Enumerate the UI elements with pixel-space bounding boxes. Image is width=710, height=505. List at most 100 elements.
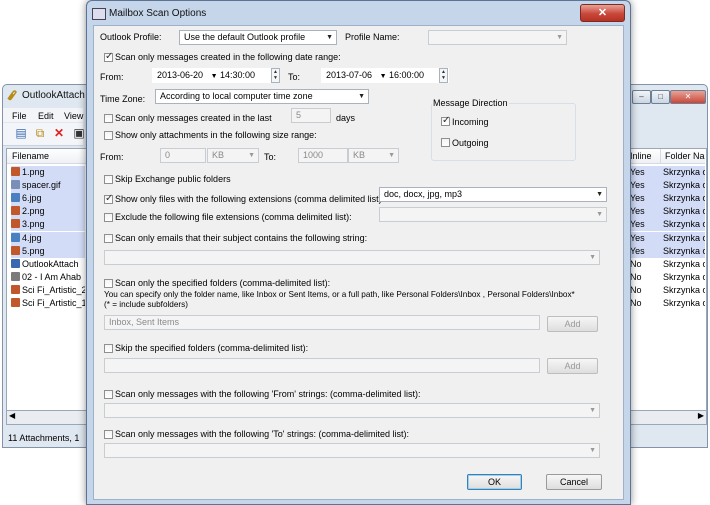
delete-icon[interactable]: ✕ bbox=[52, 127, 66, 140]
table-row-right[interactable]: Yes Skrzynka o bbox=[626, 218, 705, 232]
table-row-right[interactable]: Yes Skrzynka o bbox=[626, 231, 705, 245]
folders-checkbox[interactable] bbox=[104, 279, 113, 288]
filename-cell: Sci Fi_Artistic_2 bbox=[22, 284, 85, 295]
table-row[interactable]: Sci Fi_Artistic_2 bbox=[11, 284, 85, 297]
size-from-field[interactable]: 0 bbox=[160, 148, 206, 163]
scan-date-range-checkbox[interactable] bbox=[104, 51, 113, 62]
chevron-down-icon: ▼ bbox=[589, 254, 596, 261]
file-icon bbox=[11, 193, 20, 203]
properties-icon[interactable]: ▤ bbox=[14, 127, 28, 140]
size-range-checkbox[interactable] bbox=[104, 131, 113, 140]
show-ext-checkbox[interactable] bbox=[104, 193, 113, 204]
horizontal-scrollbar[interactable]: ◀ bbox=[6, 410, 88, 425]
from-strings-checkbox[interactable] bbox=[104, 390, 113, 399]
skip-folders-field[interactable] bbox=[104, 358, 540, 373]
to-strings-checkbox[interactable] bbox=[104, 430, 113, 439]
minimize-icon[interactable]: – bbox=[632, 90, 651, 104]
column-filename[interactable]: Filename bbox=[7, 149, 86, 164]
column-folder[interactable]: Folder Na bbox=[660, 149, 705, 164]
skip-exchange-checkbox[interactable] bbox=[104, 175, 113, 184]
folders-add-button[interactable]: Add bbox=[547, 316, 598, 332]
column-inline[interactable]: Inline bbox=[626, 149, 660, 164]
folders-help-text: You can specify only the folder name, li… bbox=[104, 290, 575, 299]
exclude-ext-checkbox[interactable] bbox=[104, 213, 113, 222]
table-row[interactable]: 1.png bbox=[11, 166, 85, 179]
show-ext-value: doc, docx, jpg, mp3 bbox=[384, 189, 463, 199]
filename-cell: OutlookAttach bbox=[22, 258, 79, 269]
save-icon[interactable]: ▣ bbox=[72, 127, 86, 140]
scan-last-days-field[interactable]: 5 bbox=[291, 108, 331, 123]
to-datetime-field[interactable]: 2013-07-06 ▼ 16:00:00 bbox=[321, 68, 449, 83]
table-row-right[interactable]: No Skrzynka o bbox=[626, 284, 705, 297]
exclude-ext-field[interactable]: ▼ bbox=[379, 207, 607, 222]
table-row[interactable]: 02 - I Am Ahab bbox=[11, 271, 85, 284]
table-row[interactable]: 6.jpg bbox=[11, 192, 85, 206]
folders-field[interactable]: Inbox, Sent Items bbox=[104, 315, 540, 330]
table-row-right[interactable]: No Skrzynka o bbox=[626, 297, 705, 310]
table-row[interactable]: spacer.gif bbox=[11, 179, 85, 193]
incoming-label: Incoming bbox=[452, 117, 489, 127]
scan-last-label: Scan only messages created in the last bbox=[115, 113, 272, 123]
skip-folders-checkbox[interactable] bbox=[104, 344, 113, 353]
skip-folders-add-button[interactable]: Add bbox=[547, 358, 598, 374]
to-time-spinner[interactable]: ▲ ▼ bbox=[439, 68, 448, 83]
cancel-button[interactable]: Cancel bbox=[546, 474, 602, 490]
size-to-unit-select[interactable]: KB ▼ bbox=[348, 148, 399, 163]
show-ext-field[interactable]: doc, docx, jpg, mp3 ▼ bbox=[379, 187, 607, 202]
subject-checkbox[interactable] bbox=[104, 234, 113, 243]
folder-cell: Skrzynka o bbox=[663, 219, 705, 230]
time-zone-select[interactable]: According to local computer time zone ▼ bbox=[155, 89, 369, 104]
chevron-down-icon: ▼ bbox=[388, 152, 395, 159]
table-row[interactable]: 5.png bbox=[11, 244, 85, 258]
table-row[interactable]: Sci Fi_Artistic_1 bbox=[11, 297, 85, 310]
outgoing-checkbox[interactable] bbox=[441, 138, 450, 147]
from-strings-field[interactable]: ▼ bbox=[104, 403, 600, 418]
filename-cell: 5.png bbox=[22, 245, 45, 256]
table-row-right[interactable]: Yes Skrzynka o bbox=[626, 244, 705, 258]
background-window-title: OutlookAttach bbox=[22, 90, 85, 101]
table-row[interactable]: 3.png bbox=[11, 218, 85, 232]
to-strings-field[interactable]: ▼ bbox=[104, 443, 600, 458]
table-row-right[interactable]: No Skrzynka o bbox=[626, 258, 705, 271]
time-zone-label: Time Zone: bbox=[100, 94, 146, 104]
dialog-close-button[interactable]: ✕ bbox=[580, 4, 625, 22]
subject-field[interactable]: ▼ bbox=[104, 250, 600, 265]
table-row-right[interactable]: No Skrzynka o bbox=[626, 271, 705, 284]
menu-view[interactable]: View bbox=[64, 111, 83, 121]
maximize-icon[interactable]: □ bbox=[651, 90, 670, 104]
folder-cell: Skrzynka o bbox=[663, 284, 705, 295]
scan-date-range-label: Scan only messages created in the follow… bbox=[115, 52, 341, 62]
table-row-right[interactable]: Yes Skrzynka o bbox=[626, 205, 705, 219]
from-time-spinner[interactable]: ▲ ▼ bbox=[271, 68, 280, 83]
to-time: 16:00:00 bbox=[389, 70, 425, 80]
inline-cell: No bbox=[630, 298, 642, 308]
table-row[interactable]: 4.jpg bbox=[11, 231, 85, 245]
from-date: 2013-06-20 bbox=[157, 70, 204, 80]
table-row[interactable]: OutlookAttach bbox=[11, 258, 85, 271]
folder-cell: Skrzynka o bbox=[663, 245, 705, 256]
horizontal-scrollbar-right[interactable]: ▶ bbox=[625, 410, 707, 425]
table-row-right[interactable]: Yes Skrzynka o bbox=[626, 192, 705, 206]
close-icon[interactable]: ✕ bbox=[670, 90, 706, 104]
folder-cell: Skrzynka o bbox=[663, 180, 705, 191]
outlook-profile-select[interactable]: Use the default Outlook profile ▼ bbox=[179, 30, 337, 45]
scan-last-checkbox[interactable] bbox=[104, 114, 113, 123]
size-to-field[interactable]: 1000 bbox=[298, 148, 348, 163]
size-from-unit-select[interactable]: KB ▼ bbox=[207, 148, 259, 163]
ok-button[interactable]: OK bbox=[467, 474, 522, 490]
copy-icon[interactable]: ⧉ bbox=[33, 127, 47, 140]
menu-file[interactable]: File bbox=[12, 111, 27, 121]
folder-cell: Skrzynka o bbox=[663, 258, 705, 269]
scan-last-unit: days bbox=[336, 113, 356, 123]
incoming-checkbox[interactable] bbox=[441, 115, 450, 126]
profile-name-select[interactable]: ▼ bbox=[428, 30, 567, 45]
from-datetime-field[interactable]: 2013-06-20 ▼ 14:30:00 bbox=[152, 68, 280, 83]
menu-edit[interactable]: Edit bbox=[38, 111, 54, 121]
filename-cell: Sci Fi_Artistic_1 bbox=[22, 298, 85, 308]
table-row-right[interactable]: Yes Skrzynka o bbox=[626, 179, 705, 193]
table-row-right[interactable]: Yes Skrzynka o bbox=[626, 166, 705, 179]
to-date: 2013-07-06 bbox=[326, 70, 373, 80]
file-icon bbox=[11, 180, 20, 190]
table-row[interactable]: 2.png bbox=[11, 205, 85, 219]
inline-cell: No bbox=[630, 258, 642, 269]
